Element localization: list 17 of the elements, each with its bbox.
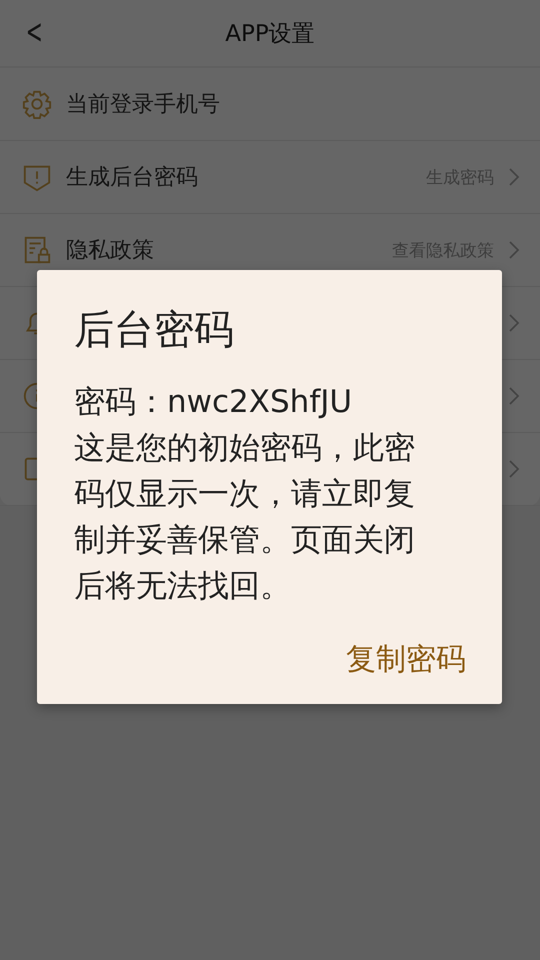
- password-text: 密码：nwc2XShfJU: [74, 383, 354, 422]
- page-title: APP设置: [225, 20, 315, 48]
- chevron-icon[interactable]: [508, 313, 520, 333]
- gear-icon: [22, 89, 52, 119]
- dialog-title: 后台密码: [74, 306, 235, 355]
- chevron-icon[interactable]: [508, 386, 520, 406]
- setting-label: 当前登录手机号: [66, 91, 220, 119]
- setting-label: 隐私政策: [66, 237, 154, 265]
- chevron-icon[interactable]: [508, 167, 520, 187]
- chevron-icon[interactable]: [508, 459, 520, 479]
- copy-password-button[interactable]: 复制密码: [346, 639, 466, 680]
- info-icon: [22, 381, 37, 411]
- document-icon: [22, 235, 52, 265]
- back-button[interactable]: <: [26, 12, 43, 52]
- chevron-icon[interactable]: [508, 240, 520, 260]
- setting-label: 生成后台密码: [66, 164, 198, 192]
- dialog-message: 这是您的初始密码，此密码仅显示一次，请立即复制并妥善保管。页面关闭后将无法找回。: [74, 429, 416, 606]
